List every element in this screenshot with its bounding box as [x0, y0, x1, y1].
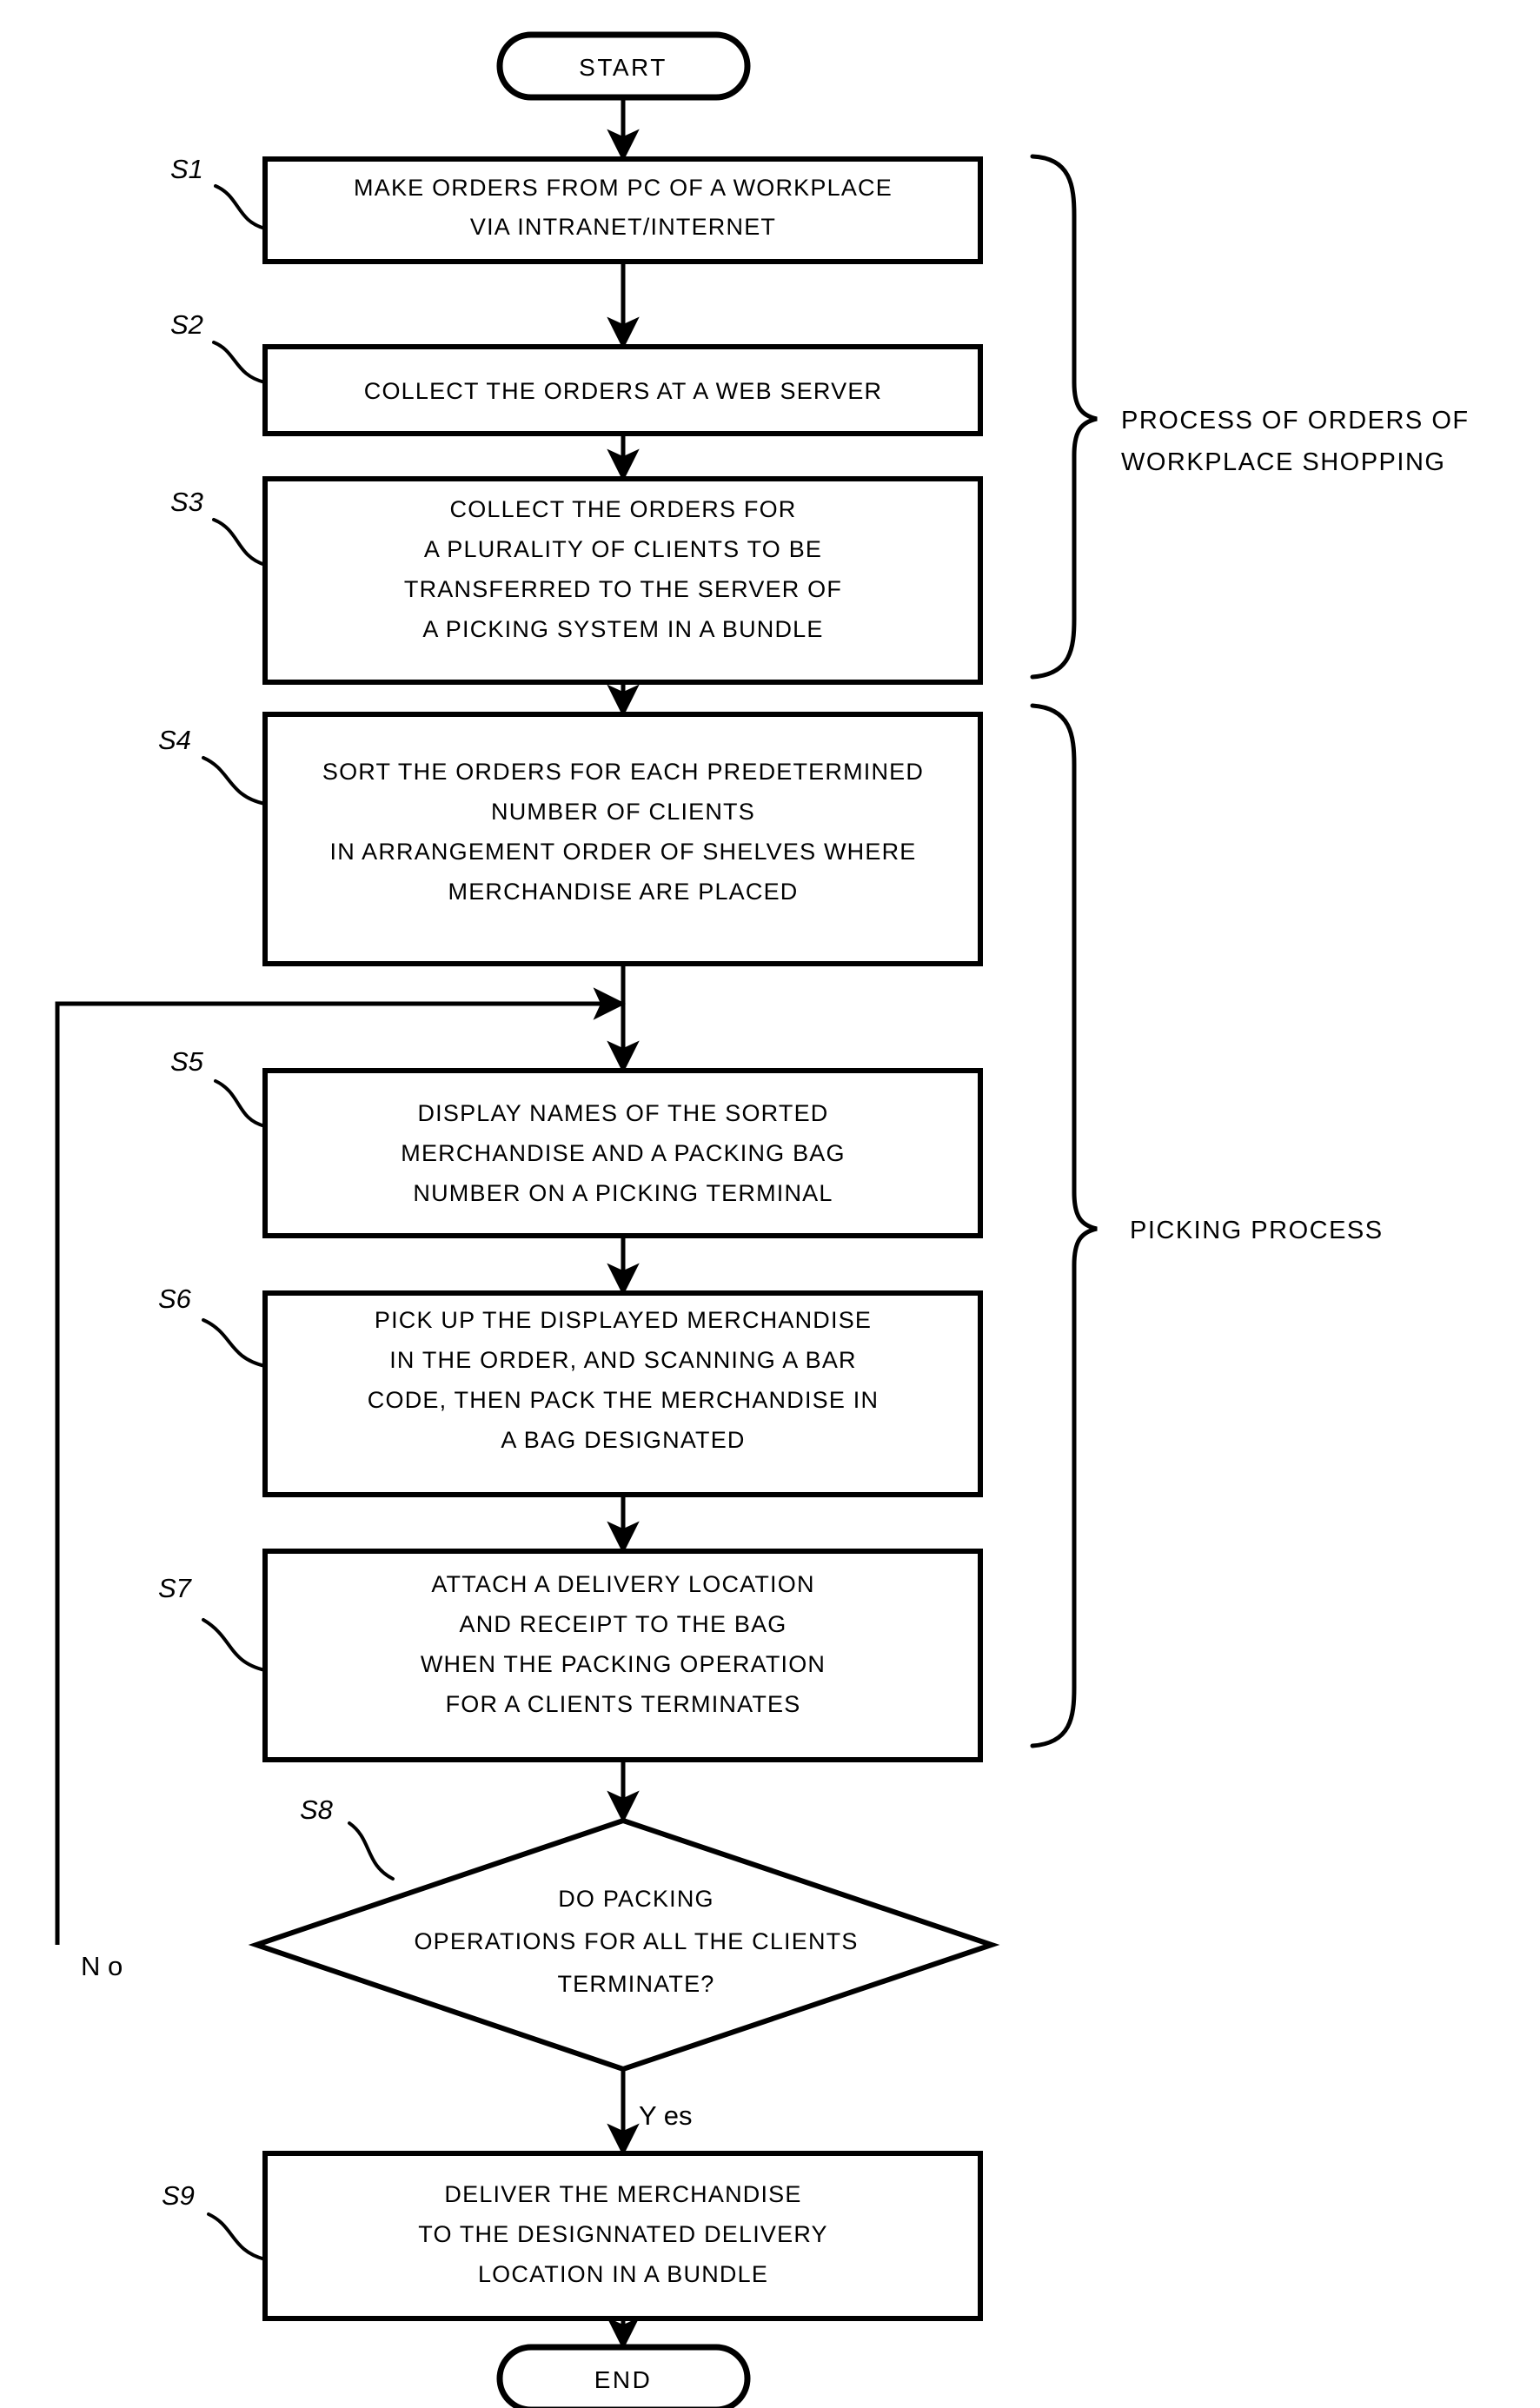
node-s4: SORT THE ORDERS FOR EACH PREDETERMINED N…: [158, 712, 983, 966]
s7-step-label: S7: [158, 1573, 193, 1603]
s1-step-label: S1: [170, 154, 203, 184]
node-start: START: [496, 31, 751, 101]
s3-line-3: TRANSFERRED TO THE SERVER OF: [404, 576, 842, 602]
node-s6: PICK UP THE DISPLAYED MERCHANDISE IN THE…: [158, 1284, 983, 1497]
s4-line-4: MERCHANDISE ARE PLACED: [448, 879, 799, 905]
s8-leader-line: [348, 1821, 395, 1881]
node-s5: DISPLAY NAMES OF THE SORTED MERCHANDISE …: [170, 1046, 983, 1238]
orders-group-label-line-2: WORKPLACE SHOPPING: [1121, 448, 1445, 476]
s7-line-1: ATTACH A DELIVERY LOCATION: [431, 1571, 814, 1597]
s4-step-label: S4: [158, 725, 191, 755]
s5-line-2: MERCHANDISE AND A PACKING BAG: [401, 1140, 845, 1166]
picking-group-brace: [1030, 703, 1098, 1748]
s2-step-label: S2: [170, 309, 203, 340]
s8-line-2: OPERATIONS FOR ALL THE CLIENTS: [414, 1928, 858, 1954]
start-label: START: [579, 54, 667, 81]
s4-leader-line: [202, 756, 267, 806]
s4-line-3: IN ARRANGEMENT ORDER OF SHELVES WHERE: [330, 839, 917, 865]
s9-line-1: DELIVER THE MERCHANDISE: [444, 2181, 801, 2207]
s3-line-4: A PICKING SYSTEM IN A BUNDLE: [422, 616, 823, 642]
s7-line-2: AND RECEIPT TO THE BAG: [460, 1611, 787, 1637]
branch-yes-label: Y es: [639, 2100, 692, 2131]
s9-step-label: S9: [162, 2180, 195, 2211]
s6-line-2: IN THE ORDER, AND SCANNING A BAR: [389, 1347, 857, 1373]
s1-line-1: MAKE ORDERS FROM PC OF A WORKPLACE: [354, 175, 893, 201]
flowchart-svg: START MAKE ORDERS FROM PC OF A WORKPLACE…: [55, 31, 1470, 2408]
s7-line-4: FOR A CLIENTS TERMINATES: [446, 1691, 801, 1717]
s1-leader-line: [214, 184, 267, 230]
s4-line-2: NUMBER OF CLIENTS: [491, 799, 755, 825]
s2-line-1: COLLECT THE ORDERS AT A WEB SERVER: [364, 378, 882, 404]
s9-leader-line: [207, 2212, 267, 2261]
s3-leader-line: [212, 518, 267, 567]
node-s3: COLLECT THE ORDERS FOR A PLURALITY OF CL…: [170, 476, 983, 685]
orders-group-brace: [1030, 154, 1098, 680]
s6-line-4: A BAG DESIGNATED: [501, 1427, 745, 1453]
s8-line-1: DO PACKING: [558, 1886, 714, 1912]
s1-line-2: VIA INTRANET/INTERNET: [470, 214, 776, 240]
s6-line-3: CODE, THEN PACK THE MERCHANDISE IN: [368, 1387, 879, 1413]
s5-step-label: S5: [170, 1046, 204, 1077]
s6-line-1: PICK UP THE DISPLAYED MERCHANDISE: [375, 1307, 872, 1333]
node-s1: MAKE ORDERS FROM PC OF A WORKPLACE VIA I…: [170, 154, 983, 264]
s7-line-3: WHEN THE PACKING OPERATION: [421, 1651, 826, 1677]
s7-leader-line: [202, 1618, 267, 1672]
end-label: END: [594, 2366, 653, 2393]
node-end: END: [496, 2344, 751, 2408]
node-s2: COLLECT THE ORDERS AT A WEB SERVER S2: [170, 309, 983, 436]
s3-line-2: A PLURALITY OF CLIENTS TO BE: [424, 536, 822, 562]
s5-line-3: NUMBER ON A PICKING TERMINAL: [413, 1180, 833, 1206]
s5-leader-line: [214, 1079, 267, 1128]
group-brace-orders: PROCESS OF ORDERS OF WORKPLACE SHOPPING: [1030, 154, 1470, 680]
s8-line-3: TERMINATE?: [557, 1971, 714, 1997]
node-s7: ATTACH A DELIVERY LOCATION AND RECEIPT T…: [158, 1549, 983, 1762]
branch-no-label: N o: [81, 1951, 123, 1981]
s8-step-label: S8: [300, 1794, 334, 1825]
node-s8: DO PACKING OPERATIONS FOR ALL THE CLIENT…: [248, 1794, 1000, 2073]
s6-leader-line: [202, 1318, 267, 1368]
s3-step-label: S3: [170, 487, 203, 517]
orders-group-label-line-1: PROCESS OF ORDERS OF: [1121, 407, 1470, 435]
s3-line-1: COLLECT THE ORDERS FOR: [450, 496, 797, 522]
s9-line-3: LOCATION IN A BUNDLE: [478, 2261, 768, 2287]
node-s9: DELIVER THE MERCHANDISE TO THE DESIGNNAT…: [162, 2151, 983, 2321]
flowchart-canvas: START MAKE ORDERS FROM PC OF A WORKPLACE…: [0, 0, 1540, 2408]
picking-group-label-line-1: PICKING PROCESS: [1130, 1217, 1384, 1244]
s6-step-label: S6: [158, 1284, 192, 1314]
s9-line-2: TO THE DESIGNNATED DELIVERY: [418, 2221, 828, 2247]
s2-leader-line: [212, 341, 267, 384]
s5-line-1: DISPLAY NAMES OF THE SORTED: [417, 1100, 828, 1126]
group-brace-picking: PICKING PROCESS: [1030, 703, 1384, 1748]
s4-line-1: SORT THE ORDERS FOR EACH PREDETERMINED: [322, 759, 924, 785]
